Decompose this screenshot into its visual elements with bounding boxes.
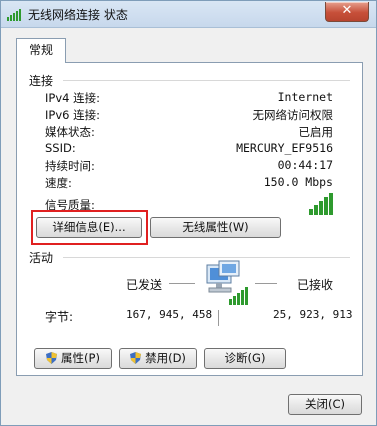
window-title: 无线网络连接 状态 [28,8,128,22]
disable-label: 禁用(D) [145,351,186,365]
bytes-label: 字节: [45,310,74,324]
status-window: 无线网络连接 状态 ✕ 常规 连接 IPv4 连接: Internet IPv6… [0,0,377,426]
activity-section-title: 活动 [29,251,54,265]
ipv6-label: IPv6 连接: [45,108,100,122]
title-bar[interactable]: 无线网络连接 状态 ✕ [1,1,376,28]
signal-strength-icon [309,193,333,215]
media-state-label: 媒体状态: [45,125,95,139]
ipv4-value: Internet [277,90,333,104]
activity-divider [63,257,350,258]
general-panel: 连接 IPv4 连接: Internet IPv6 连接: 无网络访问权限 媒体… [16,62,363,376]
tab-general[interactable]: 常规 [16,38,66,63]
sent-line [169,283,195,284]
duration-label: 持续时间: [45,159,95,173]
received-line [255,283,277,284]
diagnose-button[interactable]: 诊断(G) [204,348,286,369]
bytes-sent-value: 167, 945, 458 [126,308,213,321]
speed-value: 150.0 Mbps [263,175,333,189]
duration-value: 00:44:17 [277,158,333,172]
media-state-value: 已启用 [298,125,334,139]
disable-button[interactable]: 禁用(D) [119,348,197,369]
bytes-received-value: 25, 923, 913 [273,308,353,321]
ssid-value: MERCURY_EF9516 [236,141,333,155]
properties-label: 属性(P) [61,351,100,365]
window-close-button[interactable]: ✕ [325,2,369,22]
close-icon: ✕ [341,3,353,18]
ipv4-label: IPv4 连接: [45,91,100,105]
sent-label: 已发送 [126,278,163,292]
wireless-properties-button[interactable]: 无线属性(W) [150,217,281,238]
close-button[interactable]: 关闭(C) [288,394,362,415]
activity-connector [218,310,219,326]
received-label: 已接收 [297,278,334,292]
speed-label: 速度: [45,176,72,190]
properties-button[interactable]: 属性(P) [34,348,112,369]
connection-divider [63,80,350,81]
ipv6-value: 无网络访问权限 [252,108,334,122]
connection-section-title: 连接 [29,74,54,88]
shield-icon [46,352,58,364]
details-button[interactable]: 详细信息(E)... [36,217,142,238]
ssid-label: SSID: [45,141,76,155]
network-computers-icon [206,260,248,305]
wireless-signal-icon [7,9,21,21]
shield-icon [130,352,142,364]
